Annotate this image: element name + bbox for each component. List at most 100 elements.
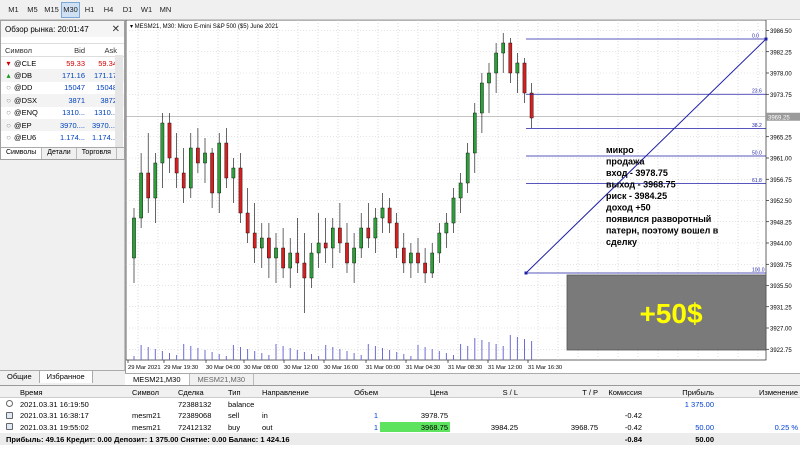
timeframe-d1[interactable]: D1	[118, 2, 137, 18]
market-watch-columns: Символ Bid Ask	[1, 43, 124, 57]
tab-trading[interactable]: Торговля	[77, 148, 117, 159]
time-label: 31 Mar 12:00	[488, 365, 522, 371]
bear-candle	[245, 212, 250, 234]
bear-candle	[522, 62, 527, 94]
terminal-cell: 3984.25	[490, 422, 518, 432]
summary-profit: 50.00	[695, 434, 714, 444]
chart-header: ▾ MESM21, M30: Micro E-mini S&P 500 ($5)…	[130, 24, 279, 30]
bear-candle	[295, 252, 300, 264]
terminal-cell: Изменение	[759, 387, 798, 397]
terminal-cell: sell	[228, 411, 240, 420]
deal-row[interactable]: 2021.03.31 16:38:17 mesm21 72389068 sell in 1…	[0, 410, 800, 422]
trade-note-line: микро	[606, 145, 634, 155]
navigator-area	[0, 160, 125, 370]
terminal-cell: 2021.03.31 16:38:17	[20, 411, 89, 420]
terminal-cell: Тип	[228, 387, 241, 397]
terminal-cell: 1	[373, 411, 378, 420]
timeframe-m15[interactable]: M15	[42, 2, 61, 18]
terminal-cell: -0.42	[624, 422, 642, 432]
fib-level-label: 100.0	[752, 268, 765, 274]
terminal-cell: 2021.03.31 16:19:50	[20, 399, 89, 409]
bull-candle	[444, 222, 449, 234]
market-watch-row[interactable]: ○ @EP 3970.... 3970....	[1, 118, 124, 132]
symbol-cell: ○ @EU6	[5, 133, 57, 142]
bull-candle	[316, 242, 321, 254]
bull-candle	[132, 217, 136, 259]
market-watch-row[interactable]: ▾ @CLE 59.33 59.34	[1, 57, 124, 69]
symbol-name: @DB	[14, 71, 33, 81]
market-watch-header: Обзор рынка: 20:01:47 ✕	[1, 21, 124, 37]
col-bid[interactable]: Bid	[57, 46, 89, 55]
tab-general[interactable]: Общие	[0, 371, 40, 383]
bull-candle	[409, 252, 413, 264]
symbol-cell: ○ @DSX	[5, 96, 57, 105]
terminal-cell: 72388132	[178, 399, 212, 409]
terminal-cell: 1	[373, 422, 378, 432]
price-chart[interactable]: 3986.50 3982.25 3978.00 3973.75 3969.25 3965.…	[125, 19, 800, 373]
price-label: 3939.75	[770, 263, 792, 269]
deal-row[interactable]: 2021.03.31 19:55:02 mesm21 72412132 buy out 1…	[0, 421, 800, 433]
time-label: 31 Mar 00:00	[366, 365, 400, 371]
market-watch-row[interactable]: ○ @DD 15047 15048	[1, 82, 124, 94]
fib-level-label: 50.0	[752, 151, 762, 157]
timeframe-mn[interactable]: MN	[156, 2, 175, 18]
time-label: 30 Mar 16:00	[324, 365, 358, 371]
chart-tab-2[interactable]: MESM21,M30	[190, 374, 255, 385]
chart-tab-1[interactable]: MESM21,M30	[125, 374, 190, 385]
bear-candle	[281, 247, 285, 269]
terminal-cell: Время	[20, 387, 43, 397]
timeframe-m1[interactable]: M1	[4, 2, 23, 18]
trade-note-line: вход - 3978.75	[606, 168, 668, 178]
market-watch-row[interactable]: ○ @EU6 1.174... 1.174...	[1, 131, 124, 143]
price-label: 3982.25	[770, 50, 792, 56]
terminal-cell: Сделка	[178, 387, 204, 397]
market-watch-row[interactable]: ○ @DSX 3871 3872	[1, 94, 124, 107]
bid-cell: 171.16	[62, 71, 85, 81]
price-label: 3986.50	[770, 29, 792, 35]
bull-candle	[501, 42, 506, 54]
symbol-cell: ▾ @CLE	[5, 59, 57, 68]
close-icon[interactable]: ✕	[112, 24, 120, 35]
price-label: 3956.75	[770, 178, 792, 184]
deal-row[interactable]: 2021.03.31 16:19:50 72388132 balance 1 375.…	[0, 398, 800, 410]
bear-candle	[181, 172, 186, 189]
time-label: 31 Mar 16:30	[528, 365, 562, 371]
terminal-summary: Прибыль: 49.16 Кредит: 0.00 Депозит: 1 3…	[0, 433, 800, 445]
bear-candle	[402, 247, 406, 264]
price-label: 3931.25	[770, 305, 792, 311]
trade-note-line: доход +50	[606, 203, 651, 213]
timeframe-h4[interactable]: H4	[99, 2, 118, 18]
fib-anchor-high	[764, 37, 768, 41]
bull-candle	[288, 252, 293, 269]
symbol-cell: ○ @DD	[5, 83, 57, 92]
bear-candle	[174, 157, 179, 174]
timeframe-m5[interactable]: M5	[23, 2, 42, 18]
bid-cell: 1.174...	[59, 133, 85, 143]
terminal-cell: 72389068	[178, 411, 212, 420]
col-symbol[interactable]: Символ	[5, 46, 57, 55]
time-label: 31 Mar 08:30	[448, 365, 482, 371]
bear-candle	[338, 227, 342, 244]
col-ask[interactable]: Ask	[89, 46, 121, 55]
market-watch-row[interactable]: ▴ @DB 171.16 171.17	[1, 69, 124, 82]
balance-icon	[6, 400, 13, 407]
tab-favorites[interactable]: Избранное	[39, 371, 93, 383]
terminal-cell: 0.25 %	[774, 422, 798, 432]
bull-candle	[430, 252, 435, 274]
symbol-name: @EP	[14, 120, 32, 130]
market-watch-scrollbar[interactable]	[115, 55, 123, 147]
symbol-name: @DSX	[14, 95, 38, 105]
bull-candle	[203, 152, 207, 164]
tab-details[interactable]: Детали	[42, 148, 77, 159]
timeframe-m30[interactable]: M30	[61, 1, 80, 18]
bear-candle	[323, 242, 328, 249]
market-watch-row[interactable]: ○ @ENQ 1310... 1310...	[1, 107, 124, 119]
symbol-name: @DD	[14, 83, 33, 93]
timeframe-w1[interactable]: W1	[137, 2, 156, 18]
chart-canvas[interactable]: 3986.50 3982.25 3978.00 3973.75 3969.25 3965.…	[125, 19, 800, 373]
terminal-cell: mesm21	[132, 411, 161, 420]
timeframe-h1[interactable]: H1	[80, 2, 99, 18]
tab-symbols[interactable]: Символы	[1, 148, 43, 159]
bear-candle	[345, 242, 349, 264]
terminal-cell: 2021.03.31 19:55:02	[20, 422, 89, 432]
